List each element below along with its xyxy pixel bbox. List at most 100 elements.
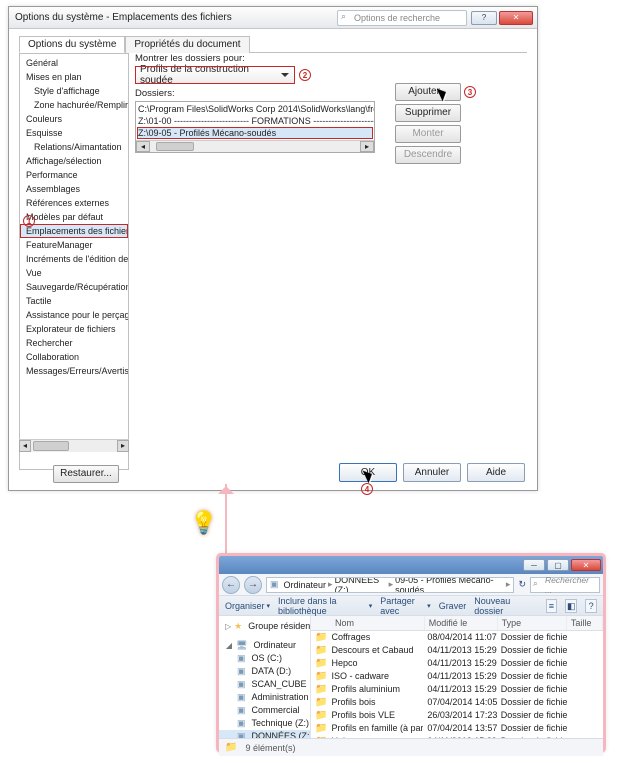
callout-1: 1 xyxy=(23,215,35,227)
scroll-right-icon[interactable]: ▸ xyxy=(360,141,374,152)
share-menu[interactable]: Partager avec▾ xyxy=(380,596,430,616)
category-item[interactable]: Assemblages xyxy=(20,182,128,196)
category-item[interactable]: Esquisse xyxy=(20,126,128,140)
category-item[interactable]: Messages/Erreurs/Avertissements xyxy=(20,364,128,378)
add-button[interactable]: Ajouter... xyxy=(395,83,461,101)
nav-tree-item[interactable]: ▣DATA (D:) xyxy=(219,665,310,678)
category-item[interactable]: Collaboration xyxy=(20,350,128,364)
category-item[interactable]: Assistance pour le perçage/Taraudage xyxy=(20,308,128,322)
listbox-hscroll[interactable]: ◂ ▸ xyxy=(136,140,374,152)
delete-button[interactable]: Supprimer xyxy=(395,104,461,122)
nav-tree-item[interactable]: ◢🖥Ordinateur xyxy=(219,639,310,652)
file-row[interactable]: 📁Profils bois07/04/2014 14:05Dossier de … xyxy=(311,696,603,709)
folder-path-row[interactable]: Z:\01-00 ------------------------- FORMA… xyxy=(137,115,373,127)
scroll-thumb[interactable] xyxy=(33,441,69,451)
file-row[interactable]: 📁Coffrages08/04/2014 11:07Dossier de fic… xyxy=(311,631,603,644)
ok-button[interactable]: OK xyxy=(339,463,397,482)
address-breadcrumb[interactable]: ▣ Ordinateur▸ DONNÉES (Z:)▸ 09-05 - Prof… xyxy=(266,577,514,593)
category-item[interactable]: Modèles par défaut xyxy=(20,210,128,224)
col-date[interactable]: Modifié le xyxy=(425,616,498,630)
category-item[interactable]: Emplacements des fichiers xyxy=(20,224,128,238)
status-text: 9 élément(s) xyxy=(245,743,295,753)
close-icon[interactable]: ✕ xyxy=(571,559,601,571)
burn-button[interactable]: Graver xyxy=(439,601,467,611)
file-row[interactable]: 📁ISO - cadware04/11/2013 15:29Dossier de… xyxy=(311,670,603,683)
help-button[interactable]: Aide xyxy=(467,463,525,482)
category-item[interactable]: Zone hachurée/Remplir xyxy=(20,98,128,112)
category-item[interactable]: Rechercher xyxy=(20,336,128,350)
folders-listbox[interactable]: C:\Program Files\SolidWorks Corp 2014\So… xyxy=(135,101,375,153)
category-item[interactable]: Vue xyxy=(20,266,128,280)
category-item[interactable]: Affichage/sélection xyxy=(20,154,128,168)
category-item[interactable]: Références externes xyxy=(20,196,128,210)
scroll-right-icon[interactable]: ▸ xyxy=(117,440,129,452)
file-row[interactable]: 📁Profils bois VLE26/03/2014 17:23Dossier… xyxy=(311,709,603,722)
minimize-icon[interactable]: ─ xyxy=(523,559,545,571)
scroll-left-icon[interactable]: ◂ xyxy=(19,440,31,452)
nav-tree-item[interactable]: ▣SCAN_CUBE xyxy=(219,678,310,691)
nav-tree-item[interactable]: ▣DONNÉES (Z:) xyxy=(219,730,310,738)
tab-system-options[interactable]: Options du système xyxy=(19,36,125,53)
restore-button[interactable]: Restaurer... xyxy=(53,465,119,483)
search-placeholder: Options de recherche xyxy=(354,13,440,23)
explorer-titlebar: ─ ▢ ✕ xyxy=(219,556,603,574)
organize-menu[interactable]: Organiser▾ xyxy=(225,601,270,611)
column-headers[interactable]: Nom Modifié le Type Taille xyxy=(311,616,603,631)
scroll-thumb[interactable] xyxy=(156,142,194,151)
category-item[interactable]: Couleurs xyxy=(20,112,128,126)
nav-back-button[interactable]: ← xyxy=(222,576,240,594)
close-icon[interactable]: ✕ xyxy=(499,11,533,25)
category-item[interactable]: FeatureManager xyxy=(20,238,128,252)
category-item[interactable]: Performance xyxy=(20,168,128,182)
category-item[interactable]: Explorateur de fichiers xyxy=(20,322,128,336)
help-icon[interactable]: ? xyxy=(585,599,597,613)
nav-tree-item[interactable]: ▷★Groupe résidentiel xyxy=(219,620,310,633)
col-type[interactable]: Type xyxy=(498,616,567,630)
explorer-window: ─ ▢ ✕ ← → ▣ Ordinateur▸ DONNÉES (Z:)▸ 09… xyxy=(216,553,606,753)
scroll-left-icon[interactable]: ◂ xyxy=(136,141,150,152)
maximize-icon[interactable]: ▢ xyxy=(547,559,569,571)
crumb-2[interactable]: 09-05 - Profilés Mécano-soudés xyxy=(395,577,504,593)
category-item[interactable]: Relations/Aimantation xyxy=(20,140,128,154)
crumb-0[interactable]: Ordinateur xyxy=(284,580,327,590)
new-folder-button[interactable]: Nouveau dossier xyxy=(474,596,529,616)
include-menu[interactable]: Inclure dans la bibliothèque▾ xyxy=(278,596,372,616)
profile-type-combo[interactable]: Profils de la construction soudée xyxy=(135,66,295,84)
options-search-input[interactable]: Options de recherche xyxy=(337,10,467,26)
file-row[interactable]: 📁Profils en famille (à partir de 2014)07… xyxy=(311,722,603,735)
category-item[interactable]: Tactile xyxy=(20,294,128,308)
preview-pane-icon[interactable]: ◧ xyxy=(565,599,577,613)
search-placeholder: Rechercher ... xyxy=(545,575,596,595)
explorer-search-input[interactable]: Rechercher ... xyxy=(530,577,600,593)
crumb-1[interactable]: DONNÉES (Z:) xyxy=(335,577,387,593)
folder-path-row[interactable]: Z:\09-05 - Profilés Mécano-soudés xyxy=(137,127,373,139)
category-item[interactable]: Style d'affichage xyxy=(20,84,128,98)
category-item[interactable]: Sauvegarde/Récupération xyxy=(20,280,128,294)
category-item[interactable]: Mises en plan xyxy=(20,70,128,84)
explorer-file-list[interactable]: Nom Modifié le Type Taille 📁Coffrages08/… xyxy=(311,616,603,738)
tab-document-properties[interactable]: Propriétés du document xyxy=(125,36,249,53)
col-size[interactable]: Taille xyxy=(567,616,603,630)
category-item[interactable]: Général xyxy=(20,56,128,70)
file-row[interactable]: 📁Hepco04/11/2013 15:29Dossier de fichier… xyxy=(311,657,603,670)
nav-tree-item[interactable]: ▣Commercial xyxy=(219,704,310,717)
cancel-button[interactable]: Annuler xyxy=(403,463,461,482)
nav-forward-button[interactable]: → xyxy=(244,576,262,594)
help-icon[interactable]: ? xyxy=(471,11,497,25)
file-row[interactable]: 📁Descours et Cabaud04/11/2013 15:29Dossi… xyxy=(311,644,603,657)
explorer-nav-pane[interactable]: ▷★Groupe résidentiel ◢🖥Ordinateur▣OS (C:)… xyxy=(219,616,311,738)
refresh-icon[interactable]: ↻ xyxy=(518,579,526,590)
col-name[interactable]: Nom xyxy=(311,616,425,630)
nav-tree-item[interactable]: ▣OS (C:) xyxy=(219,652,310,665)
category-list[interactable]: GénéralMises en planStyle d'affichageZon… xyxy=(19,53,129,470)
move-up-button[interactable]: Monter xyxy=(395,125,461,143)
nav-tree-item[interactable]: ▣Technique (Z:) xyxy=(219,717,310,730)
category-hscroll[interactable]: ◂ ▸ xyxy=(19,439,129,452)
nav-tree-item[interactable]: ▣Administration xyxy=(219,691,310,704)
file-row[interactable]: 📁Profils aluminium04/11/2013 15:29Dossie… xyxy=(311,683,603,696)
file-row[interactable]: 📁Unistrut04/11/2013 15:29Dossier de fich… xyxy=(311,735,603,738)
move-down-button[interactable]: Descendre xyxy=(395,146,461,164)
view-icon[interactable]: ≡ xyxy=(546,599,558,613)
folder-path-row[interactable]: C:\Program Files\SolidWorks Corp 2014\So… xyxy=(137,103,373,115)
category-item[interactable]: Incréments de l'édition de cotation xyxy=(20,252,128,266)
